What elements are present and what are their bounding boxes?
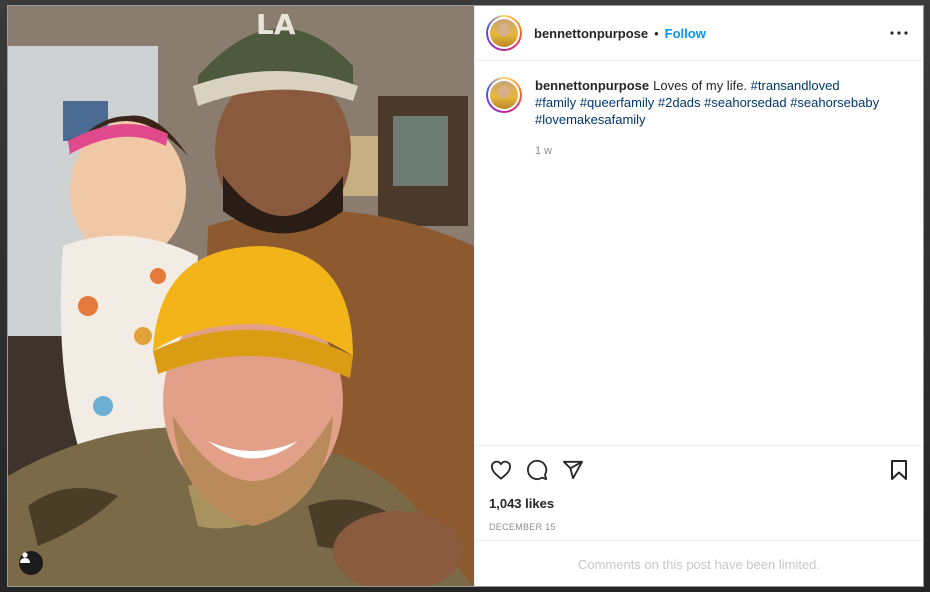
more-options-button[interactable] [887,21,911,45]
follow-button[interactable]: Follow [665,26,706,41]
actions-section: 1,043 likes DECEMBER 15 [475,445,923,540]
caption-text: bennettonpurpose Loves of my life. #trans… [535,77,880,128]
post-date[interactable]: DECEMBER 15 [489,522,911,540]
comment-icon [527,459,548,481]
post-photo[interactable]: LA [8,6,474,586]
post-photo-illustration: LA [8,6,474,586]
user-tag-icon [20,552,30,563]
comment-button[interactable] [525,458,549,482]
more-options-icon [890,31,908,35]
post-header: bennettonpurpose • Follow [475,6,923,61]
share-icon [563,460,583,480]
hashtag-link[interactable]: #lovemakesafamily [535,112,646,127]
caption-avatar[interactable] [486,77,522,113]
share-button[interactable] [561,458,585,482]
caption-timestamp[interactable]: 1 w [535,145,880,157]
post-modal: LA bennettonpurpose • Follow bennettonpu… [7,5,924,587]
hashtag-link[interactable]: #queerfamily [580,95,654,110]
hashtag-link[interactable]: #2dads [658,95,701,110]
caption-message: Loves of my life. [653,78,748,93]
separator-dot: • [654,25,659,41]
hashtag-link[interactable]: #seahorsebaby [790,95,879,110]
save-button[interactable] [887,458,911,482]
heart-icon [490,460,511,480]
svg-text:LA: LA [256,8,296,41]
action-icons [489,446,911,494]
hashtag-link[interactable]: #family [535,95,576,110]
caption-username[interactable]: bennettonpurpose [535,78,649,93]
user-tag-button[interactable] [19,551,43,575]
bookmark-icon [891,460,907,480]
hashtag-link[interactable]: #transandloved [751,78,840,93]
caption-section: bennettonpurpose Loves of my life. #trans… [475,61,923,445]
hashtag-link[interactable]: #seahorsedad [704,95,786,110]
likes-count[interactable]: 1,043 likes [489,496,911,511]
like-button[interactable] [489,458,513,482]
header-username[interactable]: bennettonpurpose [534,26,648,41]
comments-limited-notice: Comments on this post have been limited. [475,540,923,586]
avatar[interactable] [486,15,522,51]
post-details-panel: bennettonpurpose • Follow bennettonpurpo… [474,6,923,586]
